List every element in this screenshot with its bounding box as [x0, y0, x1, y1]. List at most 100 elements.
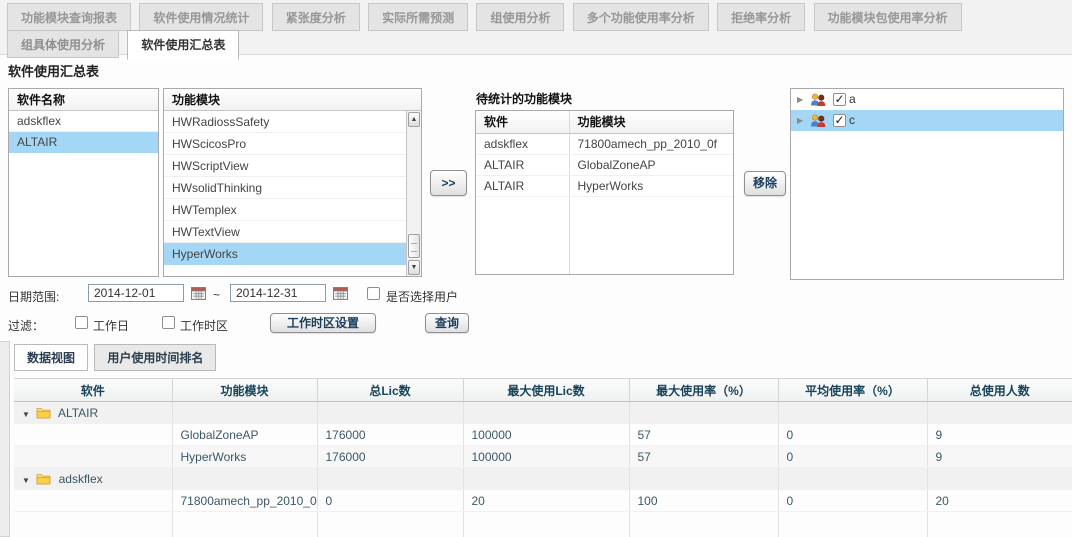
- collapsed-splitter[interactable]: [0, 341, 10, 537]
- pending-row[interactable]: ALTAIR HyperWorks: [476, 175, 733, 196]
- cell-total-lic: 176000: [317, 424, 463, 446]
- grid-row[interactable]: GlobalZoneAP 176000 100000 57 0 9: [14, 424, 1072, 446]
- pending-cell[interactable]: GlobalZoneAP: [569, 154, 733, 175]
- workday-checkbox[interactable]: [75, 316, 88, 329]
- worktime-checkbox[interactable]: [162, 316, 175, 329]
- select-user-checkbox[interactable]: [367, 287, 380, 300]
- tree-label-a: a: [849, 89, 856, 110]
- pending-cell[interactable]: adskflex: [476, 133, 569, 154]
- grid-row[interactable]: 71800amech_pp_2010_0 0 20 100 0 20: [14, 490, 1072, 512]
- module-item-hyperworks[interactable]: HyperWorks: [164, 243, 406, 265]
- calendar-icon[interactable]: [191, 286, 206, 300]
- pending-col-software[interactable]: 软件: [476, 111, 569, 133]
- software-listbox: 软件名称 adskflex ALTAIR: [8, 88, 159, 277]
- cell-max-lic: 100000: [463, 424, 629, 446]
- software-list-header: 软件名称: [9, 89, 158, 111]
- calendar-icon[interactable]: [333, 286, 348, 300]
- module-list-items: HWRadiossSafety HWScicosPro HWScriptView…: [164, 111, 406, 276]
- group-label: ALTAIR: [58, 406, 98, 420]
- software-item-adskflex[interactable]: adskflex: [9, 111, 158, 132]
- expand-arrow-icon[interactable]: ▶: [797, 89, 807, 110]
- tree-checkbox-a[interactable]: ✓: [833, 93, 846, 106]
- tree-label-c: c: [849, 110, 855, 131]
- tab-row-1: 功能模块查询报表 软件使用情况统计 紧张度分析 实际所需预测 组使用分析 多个功…: [2, 3, 962, 31]
- module-list-header: 功能模块: [164, 89, 421, 111]
- col-avg-rate[interactable]: 平均使用率（%）: [778, 379, 927, 402]
- cell-users: 20: [927, 490, 1072, 512]
- collapse-arrow-icon[interactable]: ▼: [22, 476, 30, 485]
- group-row-adskflex[interactable]: ▼ adskflex: [14, 468, 1072, 490]
- pending-row[interactable]: ALTAIR GlobalZoneAP: [476, 154, 733, 175]
- scroll-up-icon[interactable]: ▲: [408, 112, 420, 127]
- pending-cell[interactable]: ALTAIR: [476, 154, 569, 175]
- expand-arrow-icon[interactable]: ▶: [797, 110, 807, 131]
- tab-module-package-usage-analysis[interactable]: 功能模块包使用率分析: [814, 3, 962, 31]
- date-end-input[interactable]: [230, 284, 326, 302]
- remove-module-button[interactable]: 移除: [744, 171, 786, 196]
- cell-max-rate: 100: [629, 490, 778, 512]
- page-title: 软件使用汇总表: [8, 61, 99, 80]
- user-group-tree: ▶ ✓ a ▶ ✓ c: [790, 88, 1064, 280]
- module-item[interactable]: HWTemplex: [164, 199, 406, 221]
- filter-label: 过滤：: [8, 317, 44, 334]
- group-row-altair[interactable]: ▼ ALTAIR: [14, 402, 1072, 424]
- tab-software-usage-stats[interactable]: 软件使用情况统计: [139, 3, 263, 31]
- tab-module-query-report[interactable]: 功能模块查询报表: [7, 3, 131, 31]
- pending-col-module[interactable]: 功能模块: [569, 111, 733, 133]
- query-button[interactable]: 查询: [425, 313, 469, 333]
- select-user-label: 是否选择用户: [386, 288, 458, 305]
- module-item[interactable]: HWTextView: [164, 221, 406, 243]
- pending-cell[interactable]: 71800amech_pp_2010_0f: [569, 133, 733, 154]
- top-tab-bar: 功能模块查询报表 软件使用情况统计 紧张度分析 实际所需预测 组使用分析 多个功…: [0, 0, 1072, 55]
- tab-group-usage-analysis[interactable]: 组使用分析: [476, 3, 564, 31]
- tab-demand-forecast[interactable]: 实际所需预测: [368, 3, 468, 31]
- tab-user-time-ranking[interactable]: 用户使用时间排名: [94, 344, 216, 371]
- cell-avg-rate: 0: [778, 490, 927, 512]
- pending-cell[interactable]: HyperWorks: [569, 175, 733, 196]
- add-modules-button[interactable]: >>: [430, 170, 467, 196]
- date-start-input[interactable]: [88, 284, 184, 302]
- tab-rejection-rate-analysis[interactable]: 拒绝率分析: [717, 3, 805, 31]
- cell-module: GlobalZoneAP: [172, 424, 317, 446]
- tab-data-view[interactable]: 数据视图: [14, 344, 88, 371]
- cell-total-lic: 176000: [317, 446, 463, 468]
- tab-group-detail-usage-analysis[interactable]: 组具体使用分析: [7, 30, 119, 58]
- grid-row[interactable]: HyperWorks 176000 100000 57 0 9: [14, 446, 1072, 468]
- col-total-users[interactable]: 总使用人数: [927, 379, 1072, 402]
- tab-tension-analysis[interactable]: 紧张度分析: [272, 3, 360, 31]
- pending-modules-title: 待统计的功能模块: [476, 90, 572, 107]
- cell-max-lic: 20: [463, 490, 629, 512]
- col-max-rate[interactable]: 最大使用率（%）: [629, 379, 778, 402]
- tree-row-c[interactable]: ▶ ✓ c: [791, 110, 1063, 131]
- module-item[interactable]: HWScriptView: [164, 155, 406, 177]
- tree-checkbox-c[interactable]: ✓: [833, 114, 846, 127]
- cell-max-rate: 57: [629, 424, 778, 446]
- software-item-altair[interactable]: ALTAIR: [9, 132, 158, 153]
- cell-module: 71800amech_pp_2010_0: [172, 490, 317, 512]
- tab-multi-feature-usage-analysis[interactable]: 多个功能使用率分析: [573, 3, 709, 31]
- cell-avg-rate: 0: [778, 446, 927, 468]
- workday-label: 工作日: [93, 317, 129, 334]
- cell-max-lic: 100000: [463, 446, 629, 468]
- cell-users: 9: [927, 446, 1072, 468]
- module-item[interactable]: HWRadiossSafety: [164, 111, 406, 133]
- worktime-label: 工作时区: [180, 317, 228, 334]
- pending-row[interactable]: adskflex 71800amech_pp_2010_0f: [476, 133, 733, 154]
- col-software[interactable]: 软件: [14, 379, 172, 402]
- scroll-down-icon[interactable]: ▼: [408, 260, 420, 275]
- pending-modules-panel: 软件 功能模块 adskflex 71800amech_pp_2010_0f A…: [475, 110, 734, 275]
- tab-software-usage-summary[interactable]: 软件使用汇总表: [127, 30, 239, 60]
- module-list-scrollbar[interactable]: ▲ ▼: [406, 111, 421, 276]
- timezone-settings-button[interactable]: 工作时区设置: [270, 313, 376, 333]
- cell-module: HyperWorks: [172, 446, 317, 468]
- scroll-thumb[interactable]: [408, 234, 420, 258]
- tab-row-2: 组具体使用分析 软件使用汇总表: [2, 30, 239, 60]
- col-max-lic[interactable]: 最大使用Lic数: [463, 379, 629, 402]
- collapse-arrow-icon[interactable]: ▼: [22, 410, 30, 419]
- module-item[interactable]: HWsolidThinking: [164, 177, 406, 199]
- module-item[interactable]: HWScicosPro: [164, 133, 406, 155]
- tree-row-a[interactable]: ▶ ✓ a: [791, 89, 1063, 110]
- pending-cell[interactable]: ALTAIR: [476, 175, 569, 196]
- col-module[interactable]: 功能模块: [172, 379, 317, 402]
- col-total-lic[interactable]: 总Lic数: [317, 379, 463, 402]
